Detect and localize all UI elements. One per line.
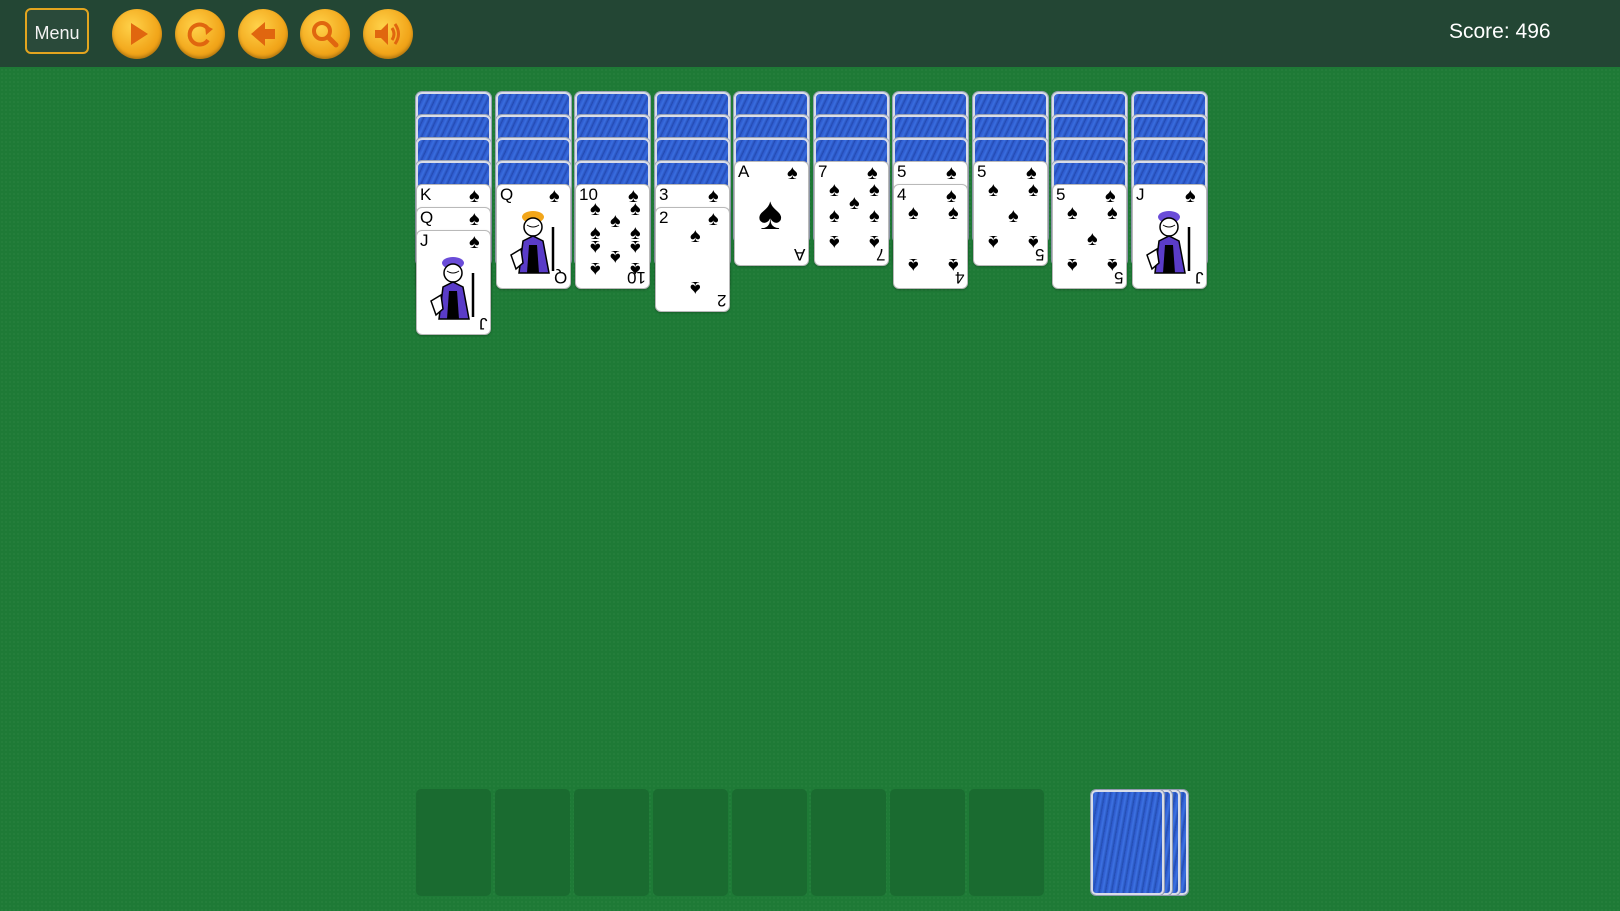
playing-card[interactable]: 5 ♠ ♠ ♠ ♠ ♠ ♠ 5 xyxy=(1052,184,1127,289)
card-rank: Q xyxy=(500,185,514,204)
spade-suit-icon: ♠ xyxy=(829,179,840,201)
play-icon xyxy=(131,23,148,45)
restart-button[interactable] xyxy=(175,9,225,59)
sound-button[interactable] xyxy=(363,9,413,59)
playing-card[interactable]: 2 ♠ ♠ ♠ 2 xyxy=(655,207,730,312)
spade-suit-icon: ♠ xyxy=(758,187,783,239)
foundation-slot xyxy=(969,789,1044,896)
playing-card[interactable]: 10 ♠ ♠ ♠ ♠ ♠ ♠ ♠ ♠ ♠ ♠ ♠ 10 xyxy=(575,184,650,289)
card-rank: 2 xyxy=(716,291,726,310)
spade-suit-icon: ♠ xyxy=(948,202,959,224)
undo-button[interactable] xyxy=(238,9,288,59)
spade-suit-icon: ♠ xyxy=(1087,228,1098,250)
spade-suit-icon: ♠ xyxy=(988,179,999,201)
spade-suit-icon: ♠ xyxy=(630,236,641,258)
card-rank: 2 xyxy=(659,208,669,227)
spade-suit-icon: ♠ xyxy=(590,236,601,258)
restart-icon xyxy=(187,22,213,47)
jack-figure-icon xyxy=(430,257,475,320)
spade-suit-icon: ♠ xyxy=(908,254,919,276)
spade-suit-icon: ♠ xyxy=(469,185,480,207)
card-rank: 5 xyxy=(897,162,907,181)
spade-suit-icon: ♠ xyxy=(869,179,880,201)
card-rank: 5 xyxy=(977,162,987,181)
card-rank: Q xyxy=(553,268,567,287)
spade-suit-icon: ♠ xyxy=(988,231,999,253)
spade-suit-icon: ♠ xyxy=(1067,202,1078,224)
score-label: Score: xyxy=(1449,20,1510,43)
foundation-slot xyxy=(890,789,965,896)
spade-suit-icon: ♠ xyxy=(1107,202,1118,224)
playing-card[interactable]: Q ♠ Q xyxy=(496,184,571,289)
spade-suit-icon: ♠ xyxy=(610,246,621,268)
spade-suit-icon: ♠ xyxy=(708,208,719,230)
playing-card[interactable]: 4 ♠ ♠ ♠ ♠ ♠ 4 xyxy=(893,184,968,289)
card-rank: 5 xyxy=(1056,185,1066,204)
score-value: 496 xyxy=(1515,20,1551,43)
spade-suit-icon: ♠ xyxy=(787,162,798,184)
spade-suit-icon: ♠ xyxy=(590,258,601,280)
card-rank: A xyxy=(738,162,750,181)
card-rank: J xyxy=(1136,185,1145,204)
card-rank: J xyxy=(1194,268,1204,287)
menu-button[interactable]: Menu xyxy=(25,8,89,54)
card-rank: 4 xyxy=(897,185,907,204)
score-display: Score: 496 xyxy=(1449,20,1551,44)
spade-suit-icon: ♠ xyxy=(690,277,701,299)
foundation-slot xyxy=(653,789,728,896)
playing-card[interactable]: 5 ♠ ♠ ♠ ♠ ♠ ♠ 5 xyxy=(973,161,1048,266)
spade-suit-icon: ♠ xyxy=(630,198,641,220)
queen-figure-icon xyxy=(510,211,555,274)
card-rank: K xyxy=(420,185,432,204)
card-rank: 3 xyxy=(659,185,669,204)
card-rank: 7 xyxy=(818,162,828,181)
spade-suit-icon: ♠ xyxy=(829,205,840,227)
playing-card[interactable]: 7 ♠ ♠ ♠ ♠ ♠ ♠ ♠ ♠ 7 xyxy=(814,161,889,266)
spade-suit-icon: ♠ xyxy=(849,192,860,214)
spade-suit-icon: ♠ xyxy=(908,202,919,224)
hint-magnifier-icon xyxy=(312,21,339,48)
spade-suit-icon: ♠ xyxy=(829,231,840,253)
playing-card[interactable]: A ♠ ♠ A xyxy=(734,161,809,266)
spade-suit-icon: ♠ xyxy=(946,162,957,184)
playing-card[interactable]: J ♠ J xyxy=(416,230,491,335)
spade-suit-icon: ♠ xyxy=(610,210,621,232)
card-rank: J xyxy=(420,231,429,250)
foundation-slot xyxy=(811,789,886,896)
top-toolbar: Menu Score: 496 xyxy=(0,0,1620,67)
spade-suit-icon: ♠ xyxy=(1067,254,1078,276)
spade-suit-icon: ♠ xyxy=(708,185,719,207)
card-rank: 5 xyxy=(1113,268,1123,287)
foundation-slot xyxy=(732,789,807,896)
card-rank: 4 xyxy=(954,268,964,287)
spade-suit-icon: ♠ xyxy=(690,225,701,247)
card-rank: J xyxy=(478,314,488,333)
spade-suit-icon: ♠ xyxy=(1008,205,1019,227)
jack-figure-icon xyxy=(1146,211,1191,274)
card-rank: 5 xyxy=(1034,245,1044,264)
stock-card[interactable] xyxy=(1091,790,1164,895)
spade-suit-icon: ♠ xyxy=(469,208,480,230)
foundation-slot xyxy=(416,789,491,896)
card-rank: 10 xyxy=(627,268,646,287)
card-rank: Q xyxy=(420,208,434,227)
card-rank: 7 xyxy=(875,245,885,264)
playing-card[interactable]: J ♠ J xyxy=(1132,184,1207,289)
card-rank: A xyxy=(793,245,805,264)
spade-suit-icon: ♠ xyxy=(590,198,601,220)
play-button[interactable] xyxy=(112,9,162,59)
foundation-slot xyxy=(574,789,649,896)
spade-suit-icon: ♠ xyxy=(869,205,880,227)
sound-icon xyxy=(375,23,400,45)
hint-button[interactable] xyxy=(300,9,350,59)
spade-suit-icon: ♠ xyxy=(1028,179,1039,201)
foundation-slot xyxy=(495,789,570,896)
undo-icon xyxy=(251,22,275,46)
